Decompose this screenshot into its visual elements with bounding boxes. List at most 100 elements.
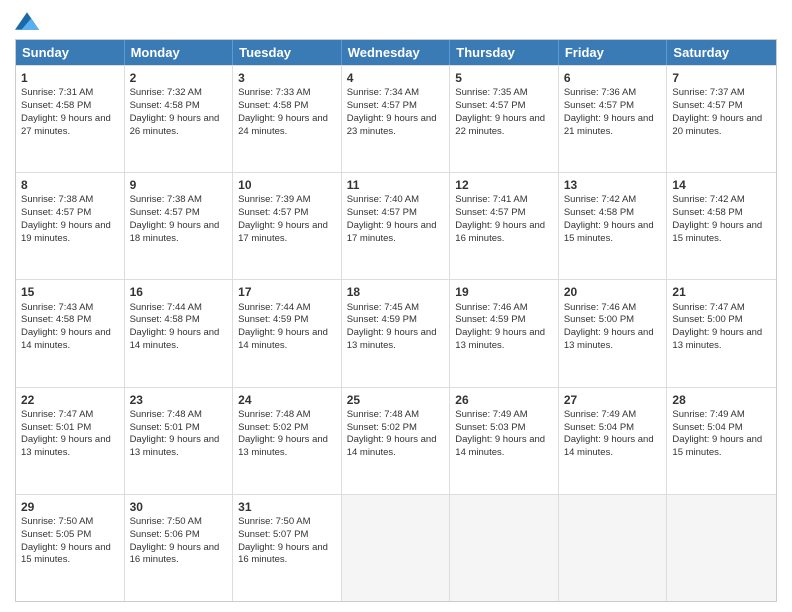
sunrise-text: Sunrise: 7:41 AM [455, 194, 553, 207]
daylight-text: Daylight: 9 hours and 13 minutes. [672, 327, 771, 353]
cal-cell-30: 30Sunrise: 7:50 AMSunset: 5:06 PMDayligh… [125, 495, 234, 601]
sunset-text: Sunset: 5:00 PM [564, 314, 662, 327]
cal-cell-17: 17Sunrise: 7:44 AMSunset: 4:59 PMDayligh… [233, 280, 342, 386]
sunset-text: Sunset: 4:57 PM [455, 100, 553, 113]
daylight-text: Daylight: 9 hours and 13 minutes. [238, 434, 336, 460]
cal-cell-empty [342, 495, 451, 601]
cal-row-1: 8Sunrise: 7:38 AMSunset: 4:57 PMDaylight… [16, 172, 776, 279]
cal-cell-28: 28Sunrise: 7:49 AMSunset: 5:04 PMDayligh… [667, 388, 776, 494]
day-number: 6 [564, 70, 662, 86]
daylight-text: Daylight: 9 hours and 14 minutes. [238, 327, 336, 353]
sunrise-text: Sunrise: 7:47 AM [21, 409, 119, 422]
daylight-text: Daylight: 9 hours and 17 minutes. [347, 220, 445, 246]
day-number: 29 [21, 499, 119, 515]
sunset-text: Sunset: 4:58 PM [130, 314, 228, 327]
day-number: 15 [21, 284, 119, 300]
daylight-text: Daylight: 9 hours and 16 minutes. [455, 220, 553, 246]
sunrise-text: Sunrise: 7:48 AM [238, 409, 336, 422]
cal-row-3: 22Sunrise: 7:47 AMSunset: 5:01 PMDayligh… [16, 387, 776, 494]
cal-cell-empty [559, 495, 668, 601]
calendar-body: 1Sunrise: 7:31 AMSunset: 4:58 PMDaylight… [16, 65, 776, 601]
logo [15, 10, 43, 31]
cal-header-sunday: Sunday [16, 40, 125, 65]
cal-cell-24: 24Sunrise: 7:48 AMSunset: 5:02 PMDayligh… [233, 388, 342, 494]
sunrise-text: Sunrise: 7:33 AM [238, 87, 336, 100]
cal-cell-12: 12Sunrise: 7:41 AMSunset: 4:57 PMDayligh… [450, 173, 559, 279]
cal-cell-empty [667, 495, 776, 601]
cal-cell-7: 7Sunrise: 7:37 AMSunset: 4:57 PMDaylight… [667, 66, 776, 172]
cal-header-thursday: Thursday [450, 40, 559, 65]
sunset-text: Sunset: 5:01 PM [21, 422, 119, 435]
sunrise-text: Sunrise: 7:35 AM [455, 87, 553, 100]
daylight-text: Daylight: 9 hours and 13 minutes. [347, 327, 445, 353]
cal-cell-20: 20Sunrise: 7:46 AMSunset: 5:00 PMDayligh… [559, 280, 668, 386]
daylight-text: Daylight: 9 hours and 21 minutes. [564, 113, 662, 139]
sunset-text: Sunset: 4:57 PM [238, 207, 336, 220]
day-number: 12 [455, 177, 553, 193]
daylight-text: Daylight: 9 hours and 14 minutes. [21, 327, 119, 353]
cal-cell-13: 13Sunrise: 7:42 AMSunset: 4:58 PMDayligh… [559, 173, 668, 279]
day-number: 22 [21, 392, 119, 408]
sunset-text: Sunset: 5:03 PM [455, 422, 553, 435]
logo-icon [15, 12, 39, 30]
day-number: 26 [455, 392, 553, 408]
cal-cell-6: 6Sunrise: 7:36 AMSunset: 4:57 PMDaylight… [559, 66, 668, 172]
daylight-text: Daylight: 9 hours and 14 minutes. [455, 434, 553, 460]
cal-header-saturday: Saturday [667, 40, 776, 65]
daylight-text: Daylight: 9 hours and 13 minutes. [564, 327, 662, 353]
sunrise-text: Sunrise: 7:49 AM [455, 409, 553, 422]
daylight-text: Daylight: 9 hours and 14 minutes. [347, 434, 445, 460]
sunrise-text: Sunrise: 7:46 AM [455, 302, 553, 315]
sunset-text: Sunset: 5:06 PM [130, 529, 228, 542]
sunset-text: Sunset: 4:57 PM [130, 207, 228, 220]
sunrise-text: Sunrise: 7:43 AM [21, 302, 119, 315]
cal-cell-26: 26Sunrise: 7:49 AMSunset: 5:03 PMDayligh… [450, 388, 559, 494]
cal-cell-16: 16Sunrise: 7:44 AMSunset: 4:58 PMDayligh… [125, 280, 234, 386]
sunset-text: Sunset: 4:57 PM [672, 100, 771, 113]
day-number: 28 [672, 392, 771, 408]
sunrise-text: Sunrise: 7:48 AM [347, 409, 445, 422]
sunrise-text: Sunrise: 7:38 AM [130, 194, 228, 207]
day-number: 16 [130, 284, 228, 300]
day-number: 17 [238, 284, 336, 300]
cal-cell-1: 1Sunrise: 7:31 AMSunset: 4:58 PMDaylight… [16, 66, 125, 172]
sunset-text: Sunset: 5:04 PM [564, 422, 662, 435]
daylight-text: Daylight: 9 hours and 14 minutes. [564, 434, 662, 460]
day-number: 30 [130, 499, 228, 515]
sunrise-text: Sunrise: 7:38 AM [21, 194, 119, 207]
cal-row-4: 29Sunrise: 7:50 AMSunset: 5:05 PMDayligh… [16, 494, 776, 601]
sunrise-text: Sunrise: 7:44 AM [130, 302, 228, 315]
day-number: 13 [564, 177, 662, 193]
day-number: 10 [238, 177, 336, 193]
sunset-text: Sunset: 5:05 PM [21, 529, 119, 542]
sunset-text: Sunset: 4:57 PM [564, 100, 662, 113]
cal-cell-11: 11Sunrise: 7:40 AMSunset: 4:57 PMDayligh… [342, 173, 451, 279]
day-number: 1 [21, 70, 119, 86]
daylight-text: Daylight: 9 hours and 23 minutes. [347, 113, 445, 139]
daylight-text: Daylight: 9 hours and 17 minutes. [238, 220, 336, 246]
cal-header-monday: Monday [125, 40, 234, 65]
sunset-text: Sunset: 4:58 PM [21, 100, 119, 113]
sunset-text: Sunset: 4:57 PM [347, 207, 445, 220]
day-number: 3 [238, 70, 336, 86]
sunrise-text: Sunrise: 7:47 AM [672, 302, 771, 315]
daylight-text: Daylight: 9 hours and 16 minutes. [238, 542, 336, 568]
sunset-text: Sunset: 4:59 PM [347, 314, 445, 327]
day-number: 25 [347, 392, 445, 408]
day-number: 4 [347, 70, 445, 86]
sunset-text: Sunset: 4:58 PM [130, 100, 228, 113]
daylight-text: Daylight: 9 hours and 13 minutes. [455, 327, 553, 353]
sunrise-text: Sunrise: 7:40 AM [347, 194, 445, 207]
daylight-text: Daylight: 9 hours and 13 minutes. [21, 434, 119, 460]
sunrise-text: Sunrise: 7:46 AM [564, 302, 662, 315]
daylight-text: Daylight: 9 hours and 16 minutes. [130, 542, 228, 568]
calendar-header-row: SundayMondayTuesdayWednesdayThursdayFrid… [16, 40, 776, 65]
daylight-text: Daylight: 9 hours and 27 minutes. [21, 113, 119, 139]
day-number: 27 [564, 392, 662, 408]
day-number: 23 [130, 392, 228, 408]
sunrise-text: Sunrise: 7:45 AM [347, 302, 445, 315]
cal-cell-21: 21Sunrise: 7:47 AMSunset: 5:00 PMDayligh… [667, 280, 776, 386]
daylight-text: Daylight: 9 hours and 15 minutes. [564, 220, 662, 246]
day-number: 18 [347, 284, 445, 300]
daylight-text: Daylight: 9 hours and 15 minutes. [672, 220, 771, 246]
